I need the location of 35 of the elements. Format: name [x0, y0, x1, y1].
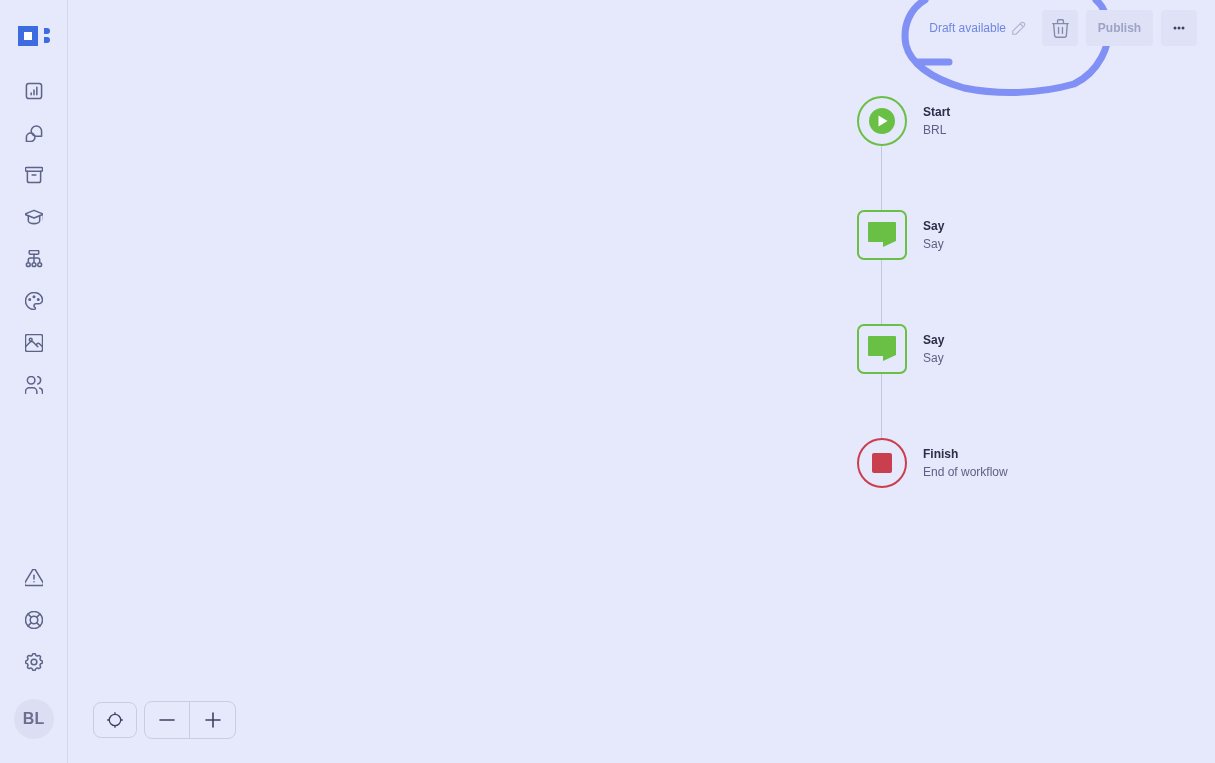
node-subtitle: End of workflow: [923, 464, 1008, 481]
trash-icon: [1051, 18, 1069, 38]
node-subtitle: Say: [923, 350, 945, 367]
chat-bubbles-icon[interactable]: [24, 124, 43, 142]
connector-line: [881, 146, 882, 210]
palette-icon[interactable]: [24, 292, 43, 310]
image-icon[interactable]: [24, 334, 43, 352]
recenter-button[interactable]: [93, 702, 137, 738]
archive-box-icon[interactable]: [24, 166, 43, 184]
connector-line: [881, 260, 882, 324]
more-icon: [1173, 26, 1185, 30]
user-avatar[interactable]: BL: [13, 699, 54, 739]
bar-chart-icon[interactable]: [24, 82, 43, 100]
draft-status: Draft available: [929, 21, 1006, 35]
lifebuoy-icon[interactable]: [24, 611, 43, 629]
users-icon[interactable]: [24, 376, 43, 394]
stop-node-icon[interactable]: [857, 438, 907, 488]
minus-icon: [159, 719, 175, 721]
node-subtitle: BRL: [923, 122, 948, 139]
node-title: Say: [923, 218, 945, 235]
graduation-cap-icon[interactable]: [24, 208, 43, 226]
node-subtitle: Say: [923, 236, 945, 253]
settings-icon[interactable]: [24, 653, 43, 671]
node-title: Finish: [923, 446, 960, 463]
sitemap-icon[interactable]: [24, 250, 43, 268]
plus-icon: [204, 712, 221, 728]
node-title: Start: [923, 104, 951, 121]
logo: [17, 26, 50, 46]
speech-bubble-node-icon[interactable]: [857, 324, 907, 374]
node-title: Say: [923, 332, 945, 349]
warning-icon[interactable]: [24, 569, 43, 587]
play-node-icon[interactable]: [857, 96, 907, 146]
crosshair-icon: [107, 712, 123, 728]
speech-bubble-node-icon[interactable]: [857, 210, 907, 260]
connector-line: [881, 374, 882, 438]
